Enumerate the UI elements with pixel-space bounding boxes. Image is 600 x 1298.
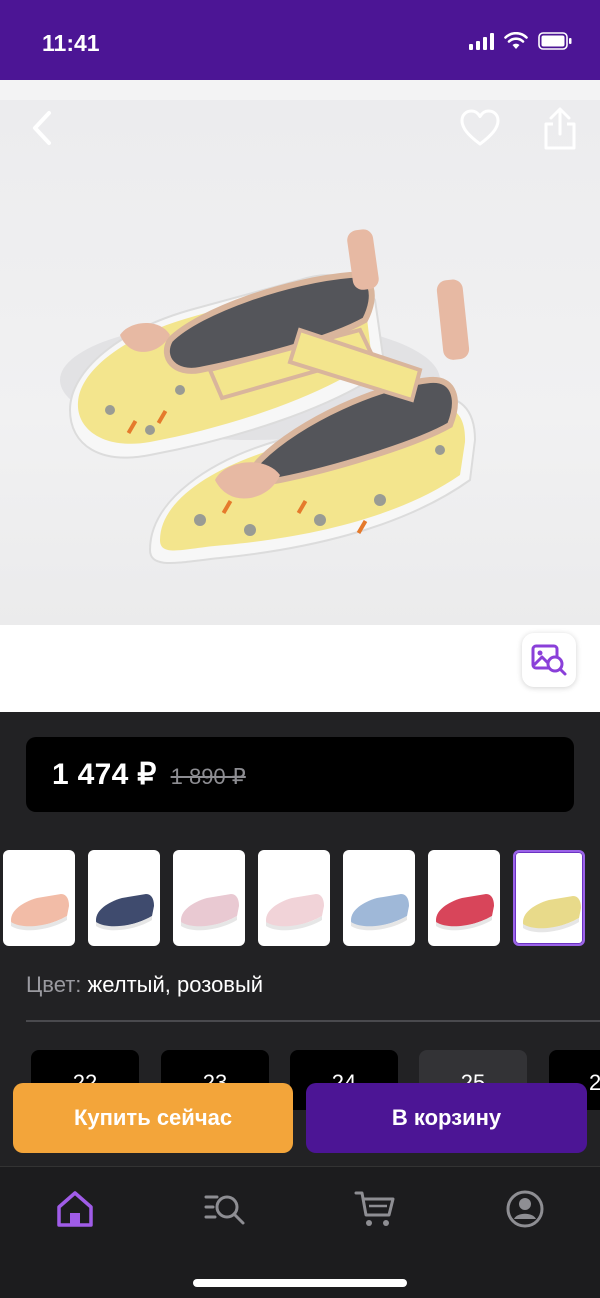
thumb-yellow[interactable]	[513, 850, 585, 946]
tab-cart[interactable]	[353, 1187, 397, 1231]
back-button[interactable]	[22, 106, 62, 150]
heart-icon	[460, 109, 500, 146]
share-icon	[544, 107, 576, 150]
thumb-lightpink[interactable]	[173, 850, 245, 946]
buy-now-button[interactable]: Купить сейчас	[13, 1083, 293, 1153]
wifi-icon	[504, 32, 528, 49]
thumbnail-image	[11, 894, 69, 931]
add-to-cart-button[interactable]: В корзину	[306, 1083, 587, 1153]
home-indicator	[193, 1279, 407, 1287]
image-search-icon	[531, 644, 567, 676]
search-list-icon	[204, 1195, 245, 1225]
status-bar: 11:41	[0, 0, 600, 80]
thumb-pink[interactable]	[3, 850, 75, 946]
product-photo	[60, 229, 477, 564]
thumbnail-image	[436, 894, 494, 931]
tab-home[interactable]	[53, 1187, 97, 1231]
thumbnail-image	[351, 894, 409, 931]
product-photo-area[interactable]	[0, 80, 600, 712]
divider	[26, 1020, 600, 1022]
thumbnail-image	[96, 894, 154, 931]
price-current: 1 474 ₽	[52, 758, 157, 791]
cellular-signal-icon	[469, 32, 494, 50]
visual-search-button[interactable]	[522, 633, 576, 687]
thumb-blue[interactable]	[343, 850, 415, 946]
thumb-red[interactable]	[428, 850, 500, 946]
profile-icon	[506, 1190, 544, 1228]
action-bar: Купить сейчас В корзину	[0, 1068, 600, 1168]
chevron-left-icon	[33, 111, 51, 145]
color-row: Цвет: желтый, розовый	[26, 972, 263, 998]
tab-search[interactable]	[203, 1187, 247, 1231]
color-variant-thumbnails	[0, 850, 600, 946]
status-time: 11:41	[42, 30, 100, 56]
thumbnail-image	[181, 894, 239, 931]
status-icons	[469, 32, 572, 50]
color-label: Цвет:	[26, 972, 82, 997]
photo-bottom-strip	[0, 625, 600, 712]
thumbnail-image	[266, 894, 324, 931]
cart-icon	[354, 1191, 395, 1226]
tab-profile[interactable]	[503, 1187, 547, 1231]
home-icon	[57, 1191, 93, 1227]
thumbnail-image	[523, 896, 581, 933]
price-box: 1 474 ₽ 1 890 ₽	[26, 737, 574, 812]
price-old: 1 890 ₽	[170, 763, 246, 789]
battery-icon	[538, 32, 572, 50]
favorite-button[interactable]	[458, 108, 502, 148]
thumb-blush[interactable]	[258, 850, 330, 946]
tab-bar	[0, 1166, 600, 1298]
share-button[interactable]	[540, 106, 580, 152]
color-value: желтый, розовый	[87, 972, 264, 997]
thumb-navy[interactable]	[88, 850, 160, 946]
